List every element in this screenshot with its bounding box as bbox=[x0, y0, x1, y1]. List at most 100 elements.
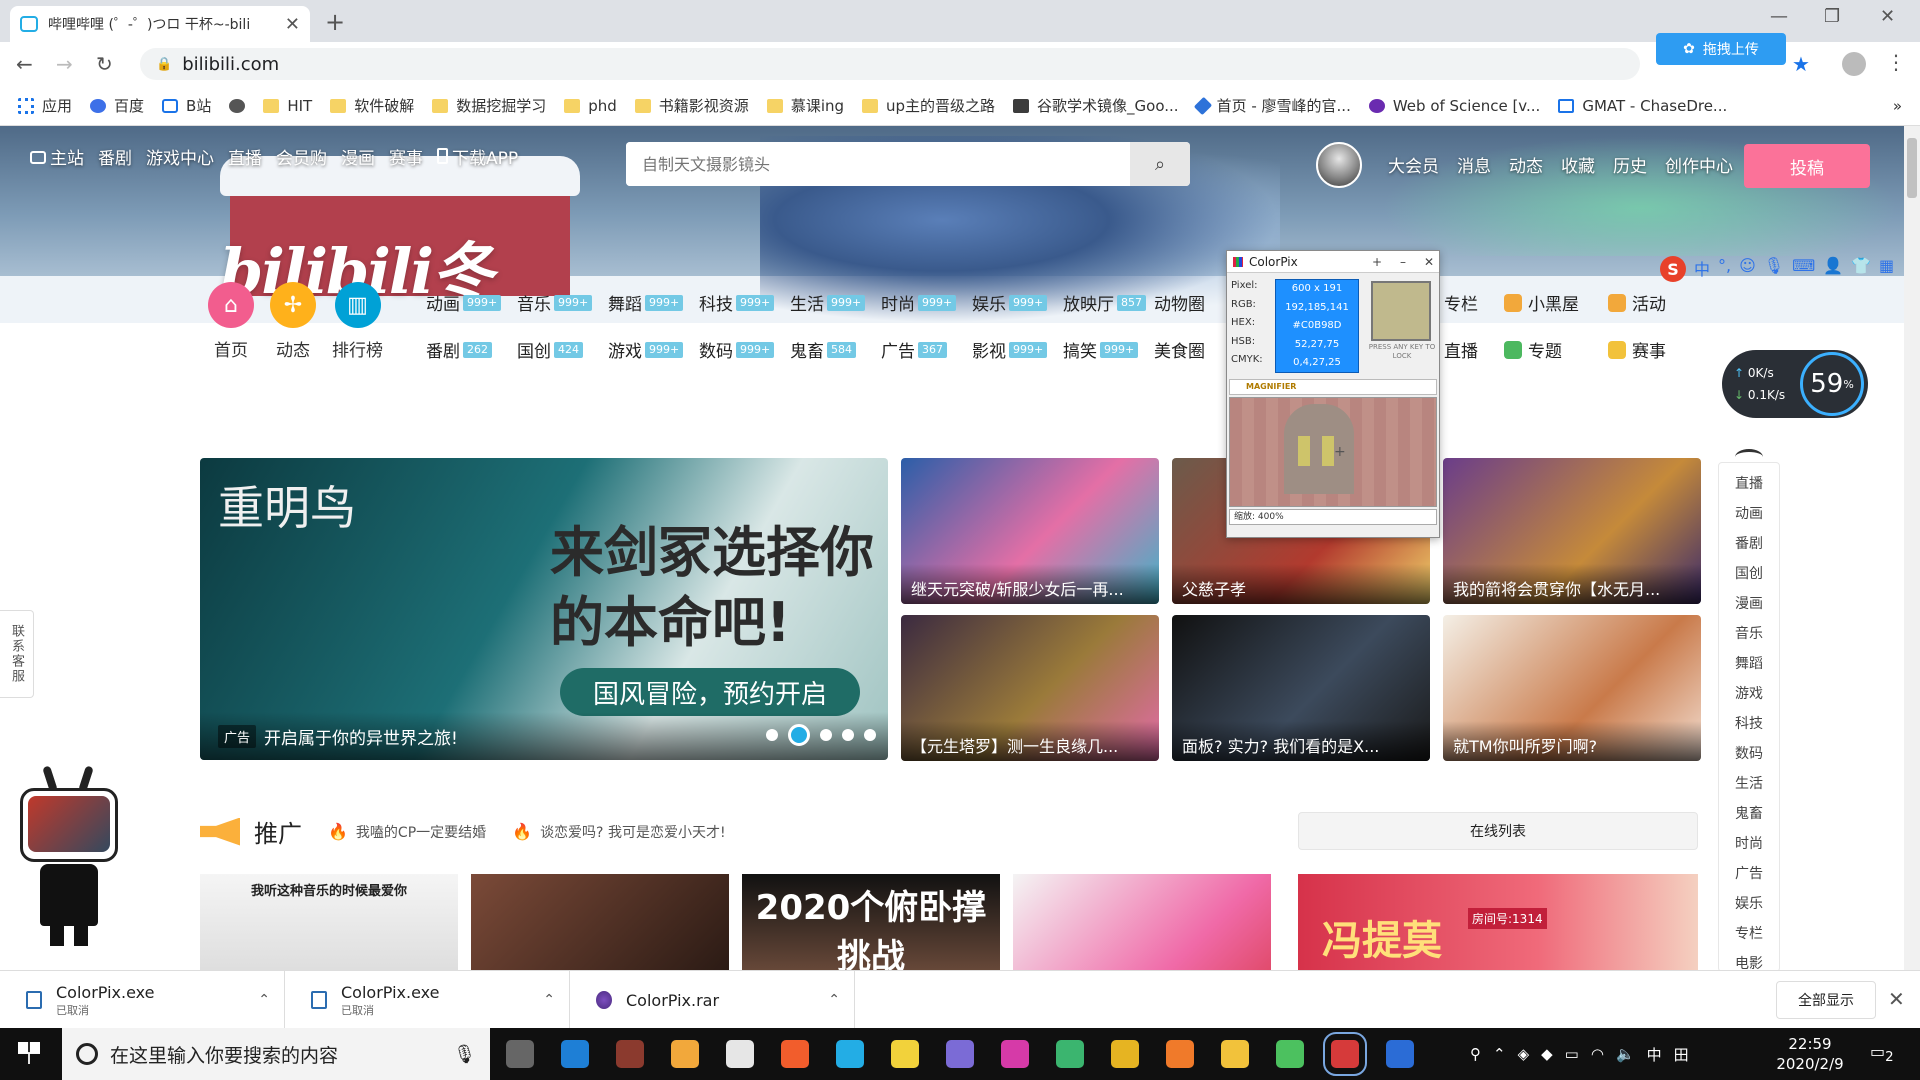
battery-icon[interactable]: ▭ bbox=[1565, 1045, 1579, 1063]
game-icon[interactable] bbox=[616, 1040, 644, 1068]
box-icon[interactable]: ◈ bbox=[1518, 1045, 1530, 1063]
bookmark-item[interactable]: 谷歌学术镜像_Goo... bbox=[1013, 95, 1179, 116]
colorpix-value[interactable]: #C0B98D bbox=[1276, 317, 1358, 336]
side-nav-item[interactable]: 漫画 bbox=[1735, 593, 1763, 613]
chevron-up-icon[interactable]: ⌃ bbox=[828, 992, 840, 1008]
channel-link[interactable]: 放映厅 857 bbox=[1063, 290, 1154, 315]
channel-link[interactable]: 生活 999+ bbox=[790, 290, 881, 315]
taskbar-clock[interactable]: 22:59 2020/2/9 bbox=[1770, 1034, 1850, 1074]
user-avatar[interactable] bbox=[1316, 142, 1362, 188]
skin-shirt-icon[interactable]: 👕 bbox=[1851, 256, 1871, 282]
user-nav-item[interactable]: 收藏 bbox=[1561, 152, 1595, 177]
carousel-dot[interactable] bbox=[842, 729, 854, 741]
ime-indicator[interactable]: 中 bbox=[1647, 1044, 1662, 1065]
channel-link[interactable]: 影视 999+ bbox=[972, 337, 1063, 362]
promo-carousel[interactable]: 重明鸟 来剑冢选择你的本命吧! 国风冒险，预约开启 广告 开启属于你的异世界之旅… bbox=[200, 458, 888, 760]
taskbar-search[interactable]: 在这里输入你要搜索的内容 🎙 bbox=[62, 1028, 490, 1080]
carousel-dot[interactable] bbox=[820, 729, 832, 741]
browser-tab-active[interactable]: 哔哩哔哩 (゜-゜)つロ 干杯~-bili ✕ bbox=[10, 6, 310, 42]
extra-channel-link[interactable]: 小黑屋 bbox=[1504, 290, 1608, 315]
microphone-icon[interactable]: 🎙 bbox=[1764, 256, 1784, 282]
side-nav-item[interactable]: 时尚 bbox=[1735, 833, 1763, 853]
colorpix-value[interactable]: 52,27,75 bbox=[1276, 336, 1358, 355]
user-nav-item[interactable]: 创作中心 bbox=[1665, 152, 1733, 177]
channel-link[interactable]: 动画 999+ bbox=[426, 290, 517, 315]
extra-channel-link[interactable]: 专题 bbox=[1504, 337, 1608, 362]
back-arrow-icon[interactable]: ← bbox=[16, 52, 33, 76]
video-tile[interactable]: 【元生塔罗】测一生良缘几... bbox=[901, 615, 1159, 761]
carousel-dot[interactable] bbox=[864, 729, 876, 741]
reload-icon[interactable]: ↻ bbox=[96, 52, 113, 76]
channel-link[interactable]: 广告 367 bbox=[881, 337, 972, 362]
lock-icon[interactable]: 🔒 bbox=[156, 57, 172, 72]
network-speed-widget[interactable]: ↑ 0K/s ↓ 0.1K/s 59% bbox=[1722, 350, 1868, 418]
browser-menu-icon[interactable]: ⋮ bbox=[1886, 50, 1906, 74]
nav-item[interactable]: 漫画 bbox=[341, 144, 375, 169]
post-button[interactable]: 投稿 bbox=[1744, 144, 1870, 188]
more-bookmarks-icon[interactable]: » bbox=[1893, 97, 1902, 115]
user-nav-item[interactable]: 动态 bbox=[1509, 152, 1543, 177]
user-nav-item[interactable]: 历史 bbox=[1613, 152, 1647, 177]
show-all-downloads-button[interactable]: 全部显示 bbox=[1776, 981, 1876, 1019]
side-nav-item[interactable]: 动画 bbox=[1735, 503, 1763, 523]
volume-icon[interactable]: 🔈 bbox=[1616, 1045, 1635, 1063]
ime-chinese-label[interactable]: 中 bbox=[1694, 256, 1710, 282]
input-grid-icon[interactable]: 田 bbox=[1674, 1044, 1689, 1065]
colorpix-titlebar[interactable]: ColorPix + – ✕ bbox=[1227, 251, 1439, 273]
user-icon[interactable]: 👤 bbox=[1823, 256, 1843, 282]
download-item[interactable]: ColorPix.rar ⌃ bbox=[570, 971, 855, 1029]
nav-item[interactable]: 直播 bbox=[228, 144, 262, 169]
g-icon[interactable] bbox=[671, 1040, 699, 1068]
download-item[interactable]: ColorPix.exe 已取消 ⌃ bbox=[0, 971, 285, 1029]
side-nav-item[interactable]: 数码 bbox=[1735, 743, 1763, 763]
quick-link[interactable]: ✢ 动态 bbox=[270, 282, 316, 361]
bookmark-item[interactable]: phd bbox=[564, 97, 617, 115]
channel-link[interactable]: 国创 424 bbox=[517, 337, 608, 362]
side-nav-item[interactable]: 直播 bbox=[1735, 473, 1763, 493]
bookmark-item[interactable]: GMAT - ChaseDre... bbox=[1558, 97, 1727, 115]
user-nav-item[interactable]: 消息 bbox=[1457, 152, 1491, 177]
nav-item[interactable]: 主站 bbox=[30, 144, 84, 169]
side-nav-item[interactable]: 音乐 bbox=[1735, 623, 1763, 643]
nav-item[interactable]: 游戏中心 bbox=[146, 144, 214, 169]
video-tile[interactable]: 我的箭将会贯穿你【水无月... bbox=[1443, 458, 1701, 604]
bookmark-item[interactable]: 慕课ing bbox=[766, 95, 844, 116]
colorpix-values[interactable]: 600 x 191 192,185,141 #C0B98D 52,27,75 0,4,2… bbox=[1275, 279, 1359, 373]
side-nav-item[interactable]: 广告 bbox=[1735, 863, 1763, 883]
magnifier-bar[interactable]: MAGNIFIER bbox=[1229, 379, 1437, 395]
online-list-button[interactable]: 在线列表 bbox=[1298, 812, 1698, 850]
bilibili-client-icon[interactable] bbox=[836, 1040, 864, 1068]
close-icon[interactable]: ✕ bbox=[1419, 255, 1439, 269]
bookmark-item[interactable]: HIT bbox=[263, 97, 312, 115]
side-nav-item[interactable]: 游戏 bbox=[1735, 683, 1763, 703]
wifi-icon[interactable]: ◠ bbox=[1591, 1045, 1604, 1063]
bookmark-item[interactable]: 数据挖掘学习 bbox=[432, 95, 546, 116]
channel-link[interactable]: 娱乐 999+ bbox=[972, 290, 1063, 315]
video-tile[interactable]: 就TM你叫所罗门啊? bbox=[1443, 615, 1701, 761]
forward-arrow-icon[interactable]: → bbox=[56, 52, 73, 76]
bookmark-item[interactable]: Web of Science [v... bbox=[1368, 97, 1540, 115]
search-icon[interactable]: ⌕ bbox=[1130, 142, 1190, 186]
nav-item[interactable]: 番剧 bbox=[98, 144, 132, 169]
windows-start-icon[interactable] bbox=[18, 1042, 40, 1064]
side-nav-item[interactable]: 番剧 bbox=[1735, 533, 1763, 553]
mail-icon[interactable] bbox=[726, 1040, 754, 1068]
colorpix-window[interactable]: ColorPix + – ✕ Pixel: RGB: HEX: HSB: CMYK: 6… bbox=[1226, 250, 1440, 538]
notifications-icon[interactable]: ▭2 bbox=[1870, 1042, 1894, 1065]
bookmark-item[interactable]: 软件破解 bbox=[330, 95, 414, 116]
page-scrollbar[interactable] bbox=[1904, 126, 1920, 970]
close-downloads-icon[interactable]: ✕ bbox=[1888, 987, 1905, 1011]
restore-window-icon[interactable]: ❐ bbox=[1824, 6, 1840, 27]
arrow-app-icon[interactable] bbox=[1001, 1040, 1029, 1068]
user-nav-item[interactable]: 大会员 bbox=[1388, 152, 1439, 177]
zoom-level-select[interactable]: 缩放: 400% bbox=[1229, 509, 1437, 525]
channel-link[interactable]: 舞蹈 999+ bbox=[608, 290, 699, 315]
side-nav-item[interactable]: 国创 bbox=[1735, 563, 1763, 583]
channel-link[interactable]: 番剧 262 bbox=[426, 337, 517, 362]
side-nav-item[interactable]: 科技 bbox=[1735, 713, 1763, 733]
hot-tag[interactable]: 🔥 我嗑的CP一定要结婚 bbox=[328, 822, 486, 842]
promotion-video-tile[interactable]: 2020个俯卧撑挑战 bbox=[742, 874, 1000, 970]
channel-link[interactable]: 时尚 999+ bbox=[881, 290, 972, 315]
channel-link[interactable]: 游戏 999+ bbox=[608, 337, 699, 362]
video-tile[interactable]: 面板? 实力? 我们看的是X... bbox=[1172, 615, 1430, 761]
